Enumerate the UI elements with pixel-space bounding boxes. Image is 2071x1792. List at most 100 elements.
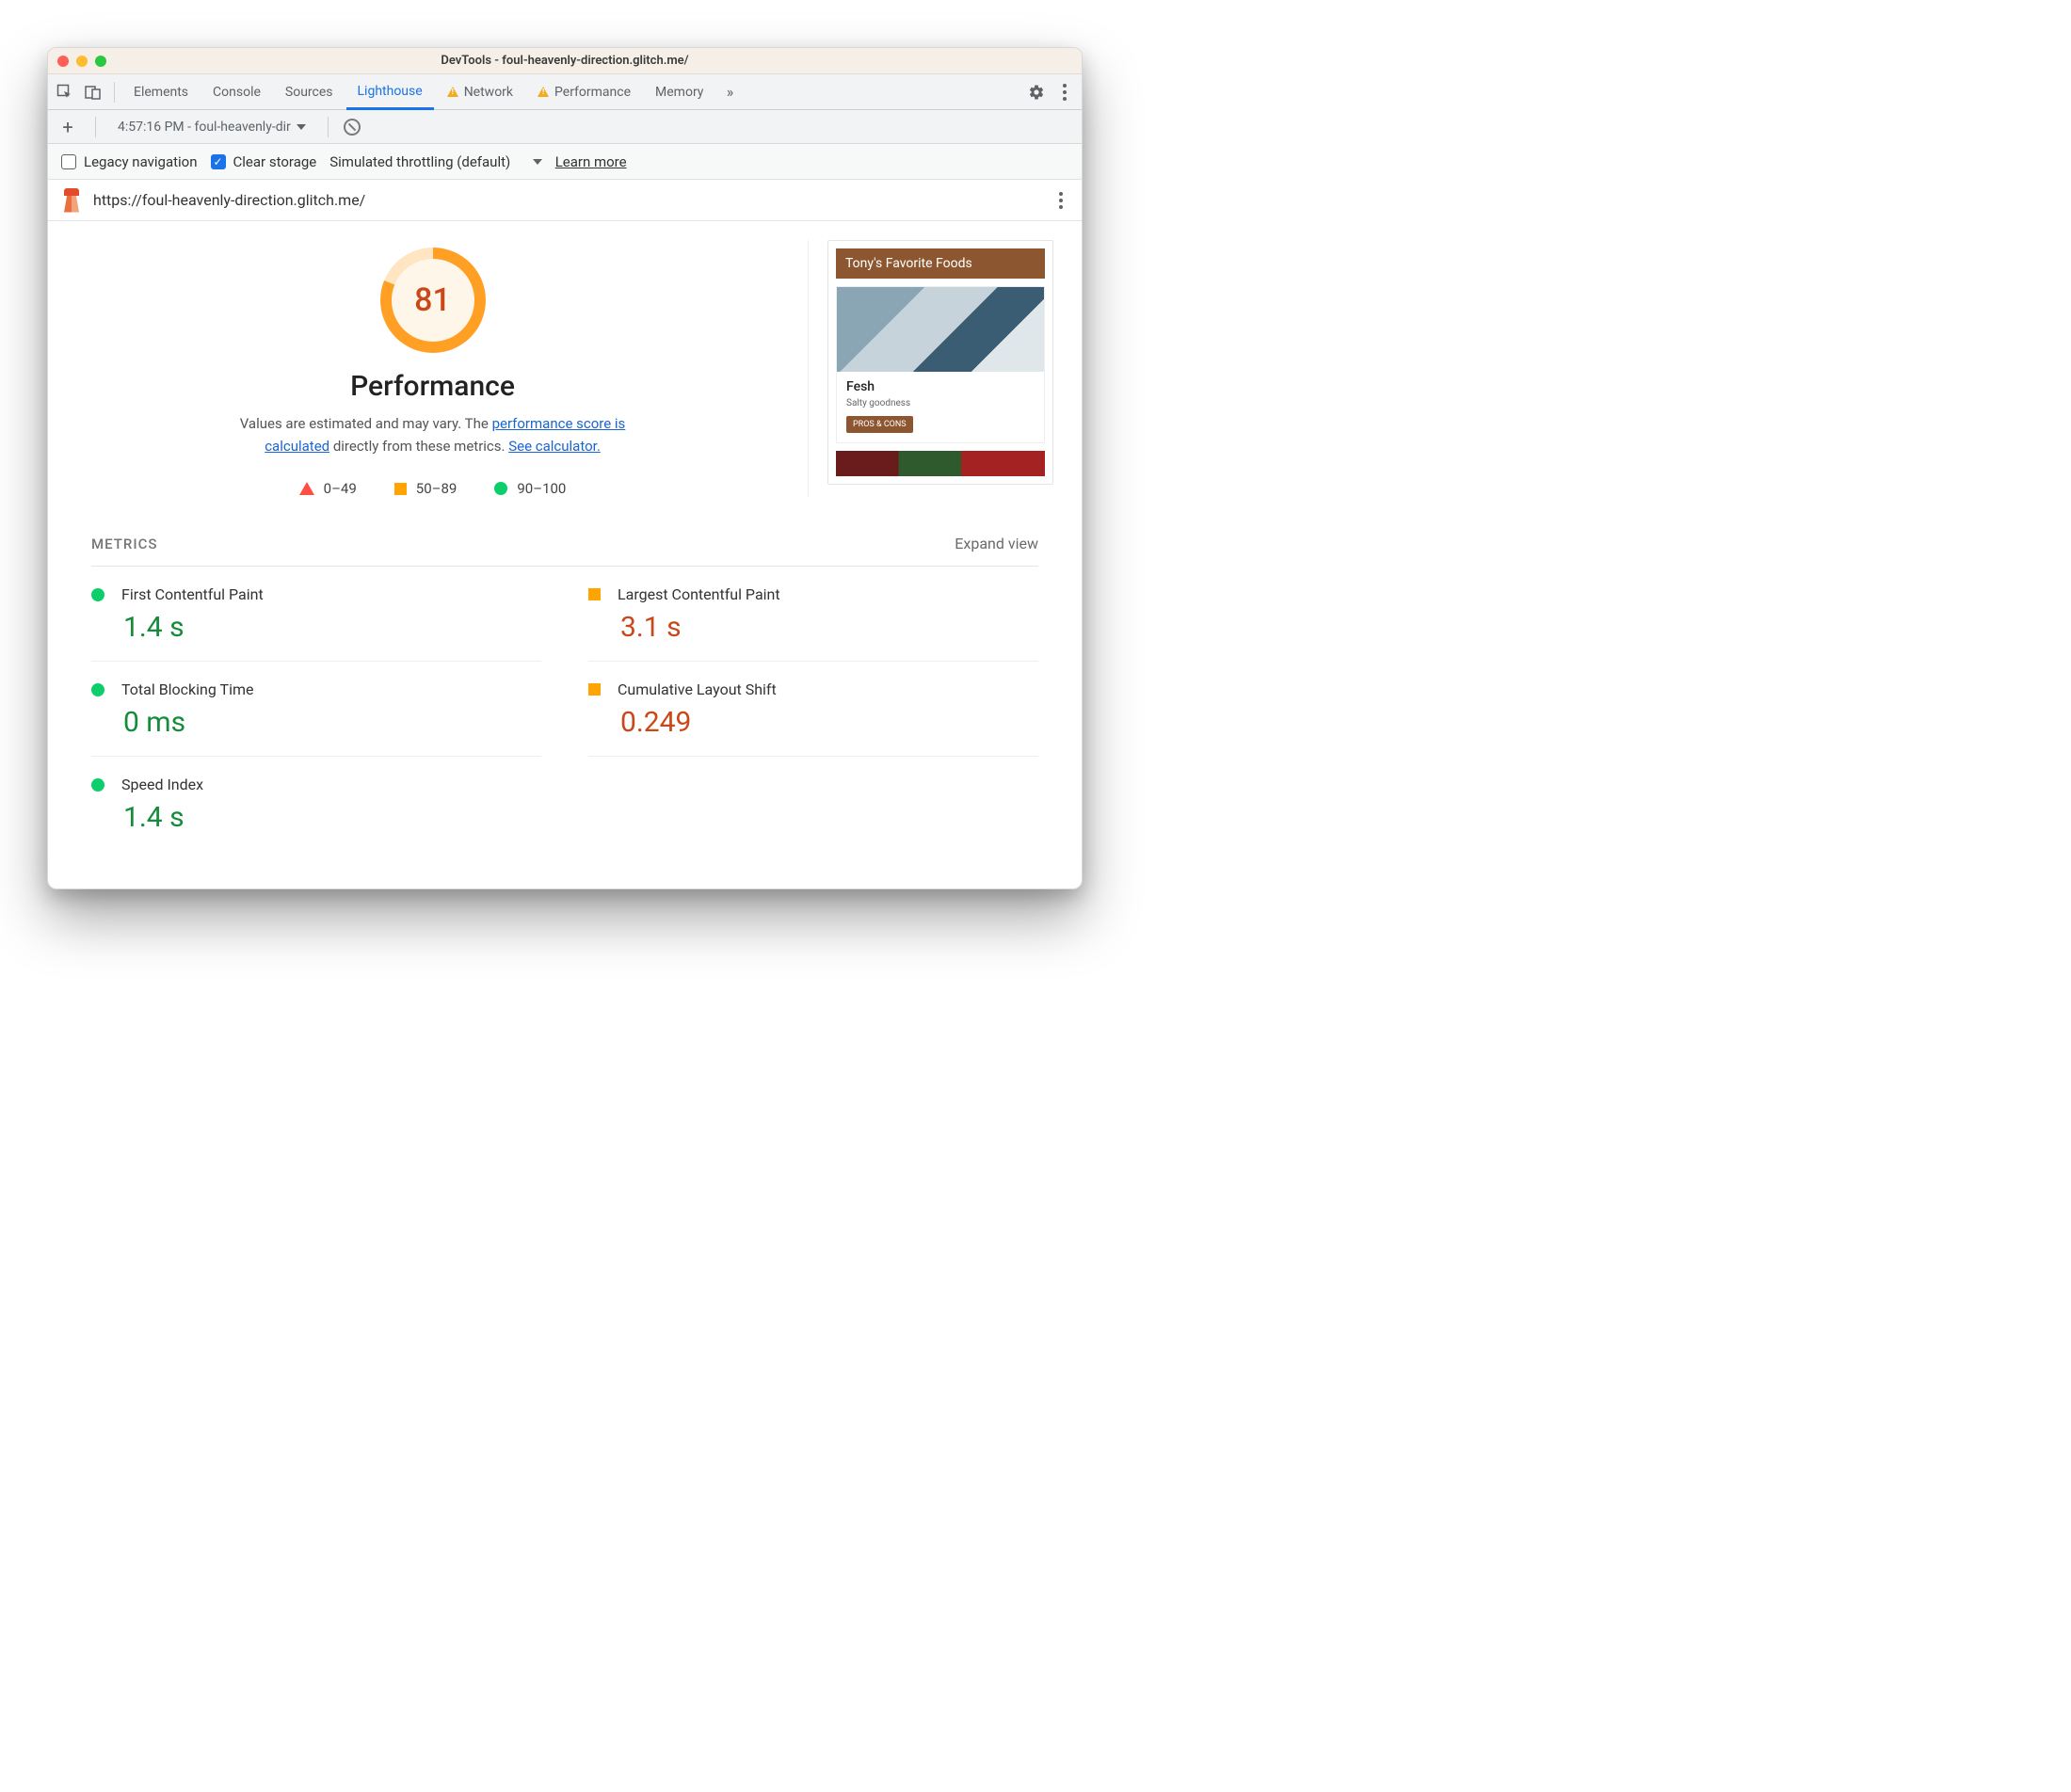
legend-fail: 0–49 bbox=[299, 480, 357, 497]
panel-tabbar: Elements Console Sources Lighthouse Netw… bbox=[48, 74, 1082, 110]
clear-icon[interactable] bbox=[344, 119, 361, 136]
tab-sources[interactable]: Sources bbox=[274, 74, 345, 109]
clear-storage-label: Clear storage bbox=[233, 153, 317, 170]
report-url-bar: https://foul-heavenly-direction.glitch.m… bbox=[48, 180, 1082, 221]
new-report-button[interactable]: + bbox=[56, 116, 80, 138]
legend-average-label: 50–89 bbox=[416, 480, 458, 497]
tab-elements[interactable]: Elements bbox=[122, 74, 200, 109]
desc-text: directly from these metrics. bbox=[329, 438, 508, 455]
status-pass-icon bbox=[91, 683, 104, 696]
metric-label: Cumulative Layout Shift bbox=[618, 680, 777, 698]
throttling-label: Simulated throttling (default) bbox=[329, 153, 510, 170]
status-average-icon bbox=[588, 588, 601, 600]
separator bbox=[95, 117, 96, 137]
metric-value: 1.4 s bbox=[123, 611, 541, 644]
triangle-fail-icon bbox=[299, 482, 314, 495]
metric-value: 0 ms bbox=[123, 706, 541, 739]
chevron-down-icon bbox=[297, 124, 306, 130]
tab-network-label: Network bbox=[464, 85, 513, 100]
device-toolbar-icon[interactable] bbox=[80, 79, 106, 105]
page-preview: Tony's Favorite Foods Fesh Salty goodnes… bbox=[818, 240, 1053, 497]
performance-heading: Performance bbox=[350, 370, 515, 403]
legacy-navigation-checkbox[interactable]: Legacy navigation bbox=[61, 153, 198, 170]
legend-pass-label: 90–100 bbox=[517, 480, 566, 497]
preview-image bbox=[836, 451, 1045, 476]
report-url: https://foul-heavenly-direction.glitch.m… bbox=[93, 191, 365, 209]
lighthouse-options-bar: Legacy navigation ✓ Clear storage Simula… bbox=[48, 144, 1082, 180]
window-title: DevTools - foul-heavenly-direction.glitc… bbox=[48, 54, 1082, 68]
preview-item-title: Fesh bbox=[846, 379, 1035, 394]
performance-gauge[interactable]: 81 bbox=[380, 248, 486, 353]
score-legend: 0–49 50–89 90–100 bbox=[299, 480, 567, 497]
preview-image bbox=[837, 287, 1044, 372]
metric-value: 1.4 s bbox=[123, 801, 541, 834]
devtools-window: DevTools - foul-heavenly-direction.glitc… bbox=[47, 47, 1083, 889]
learn-more-link[interactable]: Learn more bbox=[555, 153, 627, 170]
metric-row[interactable]: Cumulative Layout Shift 0.249 bbox=[588, 662, 1038, 757]
metrics-grid: First Contentful Paint 1.4 s Largest Conte… bbox=[91, 567, 1038, 851]
close-window-button[interactable] bbox=[57, 56, 69, 67]
warning-icon bbox=[538, 87, 549, 97]
legend-fail-label: 0–49 bbox=[324, 480, 357, 497]
separator bbox=[328, 117, 329, 137]
performance-description: Values are estimated and may vary. The p… bbox=[217, 412, 650, 457]
metric-row[interactable]: Speed Index 1.4 s bbox=[91, 757, 541, 851]
metrics-title: METRICS bbox=[91, 536, 157, 552]
status-pass-icon bbox=[91, 588, 104, 601]
report-selector[interactable]: 4:57:16 PM - foul-heavenly-dir bbox=[111, 116, 313, 138]
desc-text: Values are estimated and may vary. The bbox=[240, 415, 492, 432]
lighthouse-logo-icon bbox=[61, 188, 82, 213]
inspect-element-icon[interactable] bbox=[52, 79, 78, 105]
metric-row[interactable]: Largest Contentful Paint 3.1 s bbox=[588, 567, 1038, 662]
clear-storage-checkbox[interactable]: ✓ Clear storage bbox=[211, 153, 317, 170]
separator bbox=[114, 82, 115, 103]
metric-label: First Contentful Paint bbox=[121, 585, 264, 603]
zoom-window-button[interactable] bbox=[95, 56, 106, 67]
preview-item-button: PROS & CONS bbox=[846, 416, 913, 433]
legacy-navigation-label: Legacy navigation bbox=[84, 153, 198, 170]
minimize-window-button[interactable] bbox=[76, 56, 88, 67]
performance-score: 81 bbox=[392, 259, 474, 342]
report-menu-icon[interactable] bbox=[1053, 186, 1068, 215]
performance-gauge-section: 81 Performance Values are estimated and … bbox=[76, 240, 809, 497]
tab-console[interactable]: Console bbox=[201, 74, 272, 109]
status-pass-icon bbox=[91, 778, 104, 792]
see-calculator-link[interactable]: See calculator. bbox=[508, 438, 601, 455]
preview-card: Tony's Favorite Foods Fesh Salty goodnes… bbox=[827, 240, 1053, 485]
metric-row[interactable]: First Contentful Paint 1.4 s bbox=[91, 567, 541, 662]
preview-header: Tony's Favorite Foods bbox=[836, 248, 1045, 279]
metric-label: Total Blocking Time bbox=[121, 680, 253, 698]
metric-row[interactable]: Total Blocking Time 0 ms bbox=[91, 662, 541, 757]
square-average-icon bbox=[394, 483, 407, 495]
metric-value: 0.249 bbox=[620, 706, 1038, 739]
lighthouse-toolbar: + 4:57:16 PM - foul-heavenly-dir bbox=[48, 110, 1082, 144]
checkbox-icon bbox=[61, 154, 76, 169]
circle-pass-icon bbox=[494, 482, 507, 495]
report-selector-label: 4:57:16 PM - foul-heavenly-dir bbox=[118, 120, 291, 135]
report-summary: 81 Performance Values are estimated and … bbox=[48, 221, 1082, 525]
more-tabs-icon[interactable]: » bbox=[716, 79, 743, 105]
metric-label: Speed Index bbox=[121, 776, 203, 793]
warning-icon bbox=[447, 87, 458, 97]
status-average-icon bbox=[588, 683, 601, 696]
metric-label: Largest Contentful Paint bbox=[618, 585, 780, 603]
expand-view-toggle[interactable]: Expand view bbox=[955, 535, 1038, 552]
throttling-select[interactable]: Simulated throttling (default) bbox=[329, 153, 541, 170]
chevron-down-icon bbox=[533, 159, 542, 165]
tab-performance[interactable]: Performance bbox=[526, 74, 642, 109]
metrics-header: METRICS Expand view bbox=[91, 535, 1038, 567]
tab-network[interactable]: Network bbox=[436, 74, 524, 109]
legend-pass: 90–100 bbox=[494, 480, 566, 497]
metrics-section: METRICS Expand view First Contentful Pai… bbox=[48, 525, 1082, 888]
titlebar: DevTools - foul-heavenly-direction.glitc… bbox=[48, 48, 1082, 74]
legend-average: 50–89 bbox=[394, 480, 458, 497]
kebab-menu-icon[interactable] bbox=[1052, 79, 1078, 105]
checkbox-checked-icon: ✓ bbox=[211, 154, 226, 169]
traffic-lights bbox=[57, 56, 106, 67]
preview-item-subtitle: Salty goodness bbox=[846, 398, 1035, 408]
tab-memory[interactable]: Memory bbox=[644, 74, 714, 109]
metric-value: 3.1 s bbox=[620, 611, 1038, 644]
tab-lighthouse[interactable]: Lighthouse bbox=[346, 75, 434, 110]
settings-gear-icon[interactable] bbox=[1023, 79, 1050, 105]
tab-performance-label: Performance bbox=[554, 85, 631, 100]
